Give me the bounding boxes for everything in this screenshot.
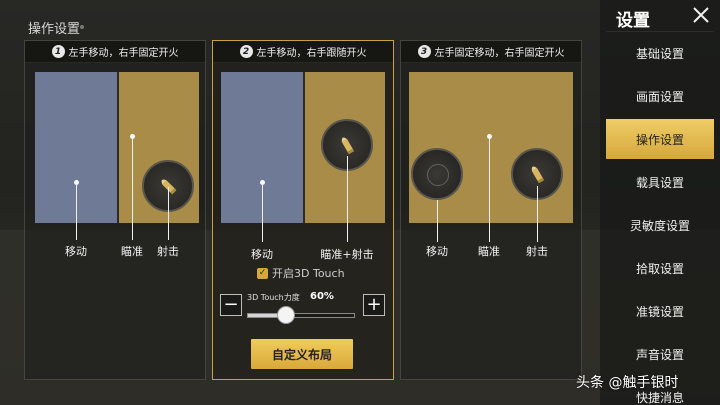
move-line <box>262 185 263 242</box>
control-mode-1-panel[interactable]: 1 左手移动，右手固定开火 移动 瞄准 射击 <box>24 40 206 380</box>
increase-force-button[interactable]: + <box>363 294 385 316</box>
sidebar-item-sound[interactable]: 声音设置 <box>606 334 714 374</box>
decrease-force-button[interactable]: − <box>220 294 242 316</box>
watermark: 头条 @触手银时 <box>576 375 679 391</box>
move-joystick-preview <box>411 148 463 200</box>
3d-touch-force-slider[interactable] <box>247 306 355 324</box>
slider-thumb[interactable] <box>277 306 296 324</box>
sidebar-item-vehicle[interactable]: 载具设置 <box>606 162 714 202</box>
control-mode-2-panel[interactable]: 2 左手移动，右手跟随开火 移动 瞄准+射击 ✓ 开启3D Touch 3D T… <box>212 40 394 380</box>
panel-header: 3 左手固定移动，右手固定开火 <box>401 41 581 63</box>
settings-sidebar: 设置 基础设置 画面设置 操作设置 载具设置 灵敏度设置 拾取设置 准镜设置 声… <box>600 0 720 405</box>
close-button[interactable] <box>690 4 712 26</box>
custom-layout-button[interactable]: 自定义布局 <box>251 339 353 369</box>
bullet-icon <box>531 166 545 184</box>
checkbox-checked-icon[interactable]: ✓ <box>257 267 268 279</box>
aim-line <box>489 139 490 242</box>
sidebar-item-basic[interactable]: 基础设置 <box>606 33 714 73</box>
panel-header: 2 左手移动，右手跟随开火 <box>213 41 393 63</box>
mode-title: 左手移动，右手固定开火 <box>68 48 179 59</box>
3d-touch-force-label: 3D Touch力度 <box>247 293 300 302</box>
fire-line <box>168 187 169 240</box>
mode-number-badge: 3 <box>417 45 431 58</box>
aim-fire-label: 瞄准+射击 <box>320 248 374 261</box>
aim-fire-line <box>347 156 348 242</box>
sidebar-item-graphics[interactable]: 画面设置 <box>606 76 714 116</box>
aim-line <box>132 139 133 240</box>
mode-title: 左手固定移动，右手固定开火 <box>434 48 565 59</box>
3d-touch-toggle[interactable]: ✓ 开启3D Touch <box>257 265 345 281</box>
fire-label: 射击 <box>526 245 548 258</box>
settings-title: 设置 <box>616 11 650 31</box>
move-label: 移动 <box>65 245 87 258</box>
fire-label: 射击 <box>157 245 179 258</box>
mode-number-badge: 1 <box>51 45 65 58</box>
move-line <box>437 200 438 242</box>
close-icon <box>693 7 709 23</box>
fire-line <box>537 186 538 242</box>
page-title: 操作设置 <box>28 22 81 37</box>
move-label: 移动 <box>426 245 448 258</box>
3d-touch-label: 开启3D Touch <box>272 267 345 280</box>
title-dot <box>80 25 84 29</box>
bullet-icon <box>341 137 355 155</box>
mode-number-badge: 2 <box>239 45 253 58</box>
sidebar-item-sensitivity[interactable]: 灵敏度设置 <box>606 205 714 245</box>
mode-title: 左手移动，右手跟随开火 <box>256 48 367 59</box>
sidebar-item-pickup[interactable]: 拾取设置 <box>606 248 714 288</box>
move-label: 移动 <box>251 248 273 261</box>
3d-touch-force-value: 60% <box>310 291 334 302</box>
divider <box>606 31 714 32</box>
aim-label: 瞄准 <box>478 245 500 258</box>
control-mode-3-panel[interactable]: 3 左手固定移动，右手固定开火 移动 瞄准 射击 <box>400 40 582 380</box>
aim-label: 瞄准 <box>121 245 143 258</box>
panel-header: 1 左手移动，右手固定开火 <box>25 41 205 63</box>
sidebar-item-controls[interactable]: 操作设置 <box>606 119 714 159</box>
move-line <box>76 185 77 240</box>
sidebar-item-scope[interactable]: 准镜设置 <box>606 291 714 331</box>
